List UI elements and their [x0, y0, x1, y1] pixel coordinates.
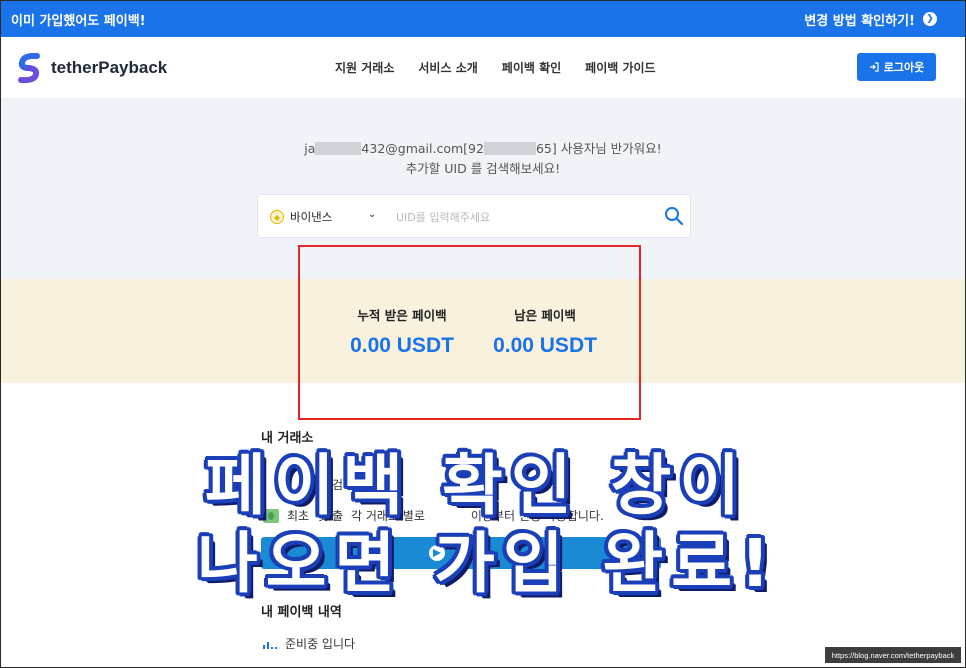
redacted-block: [315, 142, 362, 155]
greeting-prefix: ja: [304, 141, 316, 156]
highlight-box: [298, 245, 641, 420]
logout-button[interactable]: 로그아웃: [857, 53, 936, 81]
page-frame: 이미 가입했어도 페이백! 변경 방법 확인하기! ❯ tetherPaybac…: [0, 0, 966, 668]
uid-search-box: ◆ 바이낸스 ⌄: [257, 194, 691, 238]
arrow-right-icon: ❯: [923, 12, 937, 26]
my-exchanges-title: 내 거래소: [261, 431, 314, 446]
greeting-mid: 432@gmail.com[92: [361, 141, 484, 156]
nav-service-intro[interactable]: 서비스 소개: [418, 59, 477, 76]
redacted-block: [483, 142, 536, 155]
brand-name: tetherPayback: [51, 58, 168, 77]
main-nav: 지원 거래소 서비스 소개 페이백 확인 페이백 가이드: [335, 59, 656, 76]
change-method-link[interactable]: 변경 방법 확인하기! ❯: [804, 10, 937, 29]
overlay-caption-line2: 나오면 가입 완료!: [197, 525, 779, 602]
banner-right-text: 변경 방법 확인하기!: [804, 13, 915, 29]
greeting-suffix: 65] 사용자님 반가워요!: [535, 141, 662, 156]
exchange-selected: 바이낸스: [290, 210, 333, 224]
greeting-text: ja 432@gmail.com[92 65] 사용자님 반가워요! 추가할 UID…: [1, 139, 965, 179]
logout-label: 로그아웃: [883, 61, 925, 74]
nav-payback-guide[interactable]: 페이백 가이드: [585, 59, 655, 76]
payback-history-title: 내 페이백 내역: [261, 605, 342, 620]
greeting-line2: 추가할 UID 를 검색해보세요!: [405, 161, 561, 176]
exchange-select[interactable]: ◆ 바이낸스: [270, 209, 332, 225]
blog-watermark: https://blog.naver.com/tetherpayback: [825, 647, 961, 663]
logout-icon: [869, 62, 879, 72]
nav-payback-check[interactable]: 페이백 확인: [502, 59, 561, 76]
overlay-caption-line1: 페이백 확인 창이: [205, 447, 748, 524]
brand-logo[interactable]: tetherPayback: [17, 53, 167, 83]
history-status: 준비중 입니다: [263, 635, 355, 652]
site-header: tetherPayback 지원 거래소 서비스 소개 페이백 확인 페이백 가…: [1, 37, 965, 99]
top-banner: 이미 가입했어도 페이백! 변경 방법 확인하기! ❯: [1, 1, 965, 37]
history-status-text: 준비중 입니다: [285, 637, 356, 651]
logo-icon: [18, 53, 40, 83]
banner-left-text: 이미 가입했어도 페이백!: [11, 13, 146, 29]
search-icon[interactable]: [662, 204, 686, 228]
uid-input[interactable]: [396, 205, 646, 229]
binance-icon: ◆: [270, 210, 284, 224]
nav-supported-exchanges[interactable]: 지원 거래소: [335, 59, 394, 76]
chart-bars-icon: [263, 639, 277, 649]
chevron-down-icon[interactable]: ⌄: [368, 209, 376, 220]
